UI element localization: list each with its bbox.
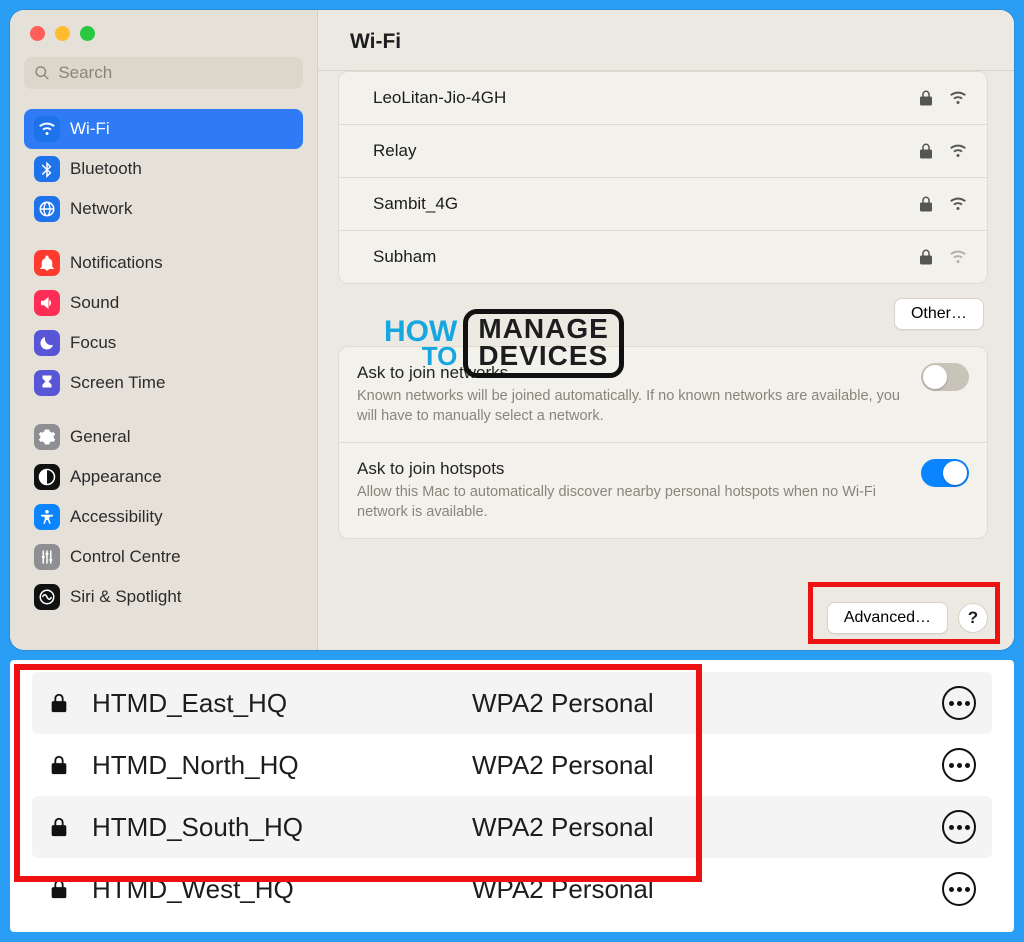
main-panel: Wi-Fi LeoLitan-Jio-4GH Relay Sambit_4G Subh…	[318, 10, 1014, 650]
sidebar-item-label: Notifications	[70, 253, 163, 273]
bell-icon	[34, 250, 60, 276]
known-network-security: WPA2 Personal	[472, 688, 942, 719]
wifi-icon	[34, 116, 60, 142]
ask-networks-toggle[interactable]	[921, 363, 969, 391]
network-name: Sambit_4G	[373, 194, 903, 214]
search-field[interactable]	[24, 57, 303, 89]
lock-icon	[917, 248, 935, 266]
lock-icon	[48, 692, 70, 714]
lock-icon	[48, 816, 70, 838]
lock-icon	[917, 142, 935, 160]
known-network-row[interactable]: HTMD_West_HQWPA2 Personal	[32, 858, 992, 920]
known-networks-panel: HTMD_East_HQWPA2 PersonalHTMD_North_HQWP…	[10, 660, 1014, 932]
wifi-signal-icon	[949, 248, 967, 266]
ask-hotspots-toggle[interactable]	[921, 459, 969, 487]
sidebar-item-bluetooth[interactable]: Bluetooth	[24, 149, 303, 189]
lock-icon	[917, 89, 935, 107]
moon-icon	[34, 330, 60, 356]
sidebar-item-wi-fi[interactable]: Wi-Fi	[24, 109, 303, 149]
bluetooth-icon	[34, 156, 60, 182]
more-options-button[interactable]	[942, 686, 976, 720]
help-button[interactable]: ?	[958, 603, 988, 633]
sidebar-item-notifications[interactable]: Notifications	[24, 243, 303, 283]
access-icon	[34, 504, 60, 530]
other-networks-list: LeoLitan-Jio-4GH Relay Sambit_4G Subham	[338, 71, 988, 284]
zoom-window-button[interactable]	[80, 26, 95, 41]
sidebar-item-siri-spotlight[interactable]: Siri & Spotlight	[24, 577, 303, 617]
network-row[interactable]: Relay	[339, 125, 987, 178]
wifi-signal-icon	[949, 142, 967, 160]
sidebar-item-label: Focus	[70, 333, 116, 353]
sidebar-item-label: Network	[70, 199, 132, 219]
sidebar-item-label: Bluetooth	[70, 159, 142, 179]
sidebar-item-label: Accessibility	[70, 507, 163, 527]
lock-icon	[917, 195, 935, 213]
sidebar-item-label: Wi-Fi	[70, 119, 110, 139]
advanced-button[interactable]: Advanced…	[827, 602, 948, 634]
sidebar: Wi-Fi Bluetooth Network Notifications Sound F…	[10, 10, 318, 650]
known-network-security: WPA2 Personal	[472, 750, 942, 781]
ask-networks-title: Ask to join networks	[357, 363, 903, 383]
sidebar-item-accessibility[interactable]: Accessibility	[24, 497, 303, 537]
lock-icon	[48, 754, 70, 776]
sidebar-item-label: Screen Time	[70, 373, 165, 393]
sidebar-item-focus[interactable]: Focus	[24, 323, 303, 363]
known-network-name: HTMD_North_HQ	[92, 750, 472, 781]
sidebar-item-network[interactable]: Network	[24, 189, 303, 229]
system-settings-window: Wi-Fi Bluetooth Network Notifications Sound F…	[10, 10, 1014, 650]
wifi-signal-icon	[949, 195, 967, 213]
minimize-window-button[interactable]	[55, 26, 70, 41]
known-network-row[interactable]: HTMD_South_HQWPA2 Personal	[32, 796, 992, 858]
ask-hotspots-desc: Allow this Mac to automatically discover…	[357, 483, 903, 522]
lock-icon	[48, 878, 70, 900]
sidebar-item-label: Appearance	[70, 467, 162, 487]
sidebar-item-sound[interactable]: Sound	[24, 283, 303, 323]
known-network-row[interactable]: HTMD_East_HQWPA2 Personal	[32, 672, 992, 734]
window-controls	[10, 10, 317, 49]
sidebar-item-screen-time[interactable]: Screen Time	[24, 363, 303, 403]
appear-icon	[34, 464, 60, 490]
ask-networks-desc: Known networks will be joined automatica…	[357, 387, 903, 426]
network-row[interactable]: Sambit_4G	[339, 178, 987, 231]
network-row[interactable]: Subham	[339, 231, 987, 283]
siri-icon	[34, 584, 60, 610]
known-network-name: HTMD_East_HQ	[92, 688, 472, 719]
known-network-security: WPA2 Personal	[472, 812, 942, 843]
network-name: Subham	[373, 247, 903, 267]
network-row[interactable]: LeoLitan-Jio-4GH	[339, 72, 987, 125]
sidebar-item-control-centre[interactable]: Control Centre	[24, 537, 303, 577]
more-options-button[interactable]	[942, 810, 976, 844]
ask-hotspots-title: Ask to join hotspots	[357, 459, 903, 479]
network-name: Relay	[373, 141, 903, 161]
control-icon	[34, 544, 60, 570]
hour-icon	[34, 370, 60, 396]
ask-to-join-networks-row: Ask to join networks Known networks will…	[339, 347, 987, 443]
known-network-row[interactable]: HTMD_North_HQWPA2 Personal	[32, 734, 992, 796]
gear-icon	[34, 424, 60, 450]
more-options-button[interactable]	[942, 872, 976, 906]
close-window-button[interactable]	[30, 26, 45, 41]
sidebar-item-label: General	[70, 427, 130, 447]
more-options-button[interactable]	[942, 748, 976, 782]
ask-to-join-hotspots-row: Ask to join hotspots Allow this Mac to a…	[339, 443, 987, 538]
other-network-button[interactable]: Other…	[894, 298, 984, 330]
page-title: Wi-Fi	[318, 10, 1014, 71]
wifi-options: Ask to join networks Known networks will…	[338, 346, 988, 539]
search-input[interactable]	[58, 63, 293, 83]
sidebar-item-label: Sound	[70, 293, 119, 313]
network-name: LeoLitan-Jio-4GH	[373, 88, 903, 108]
wifi-signal-icon	[949, 89, 967, 107]
sidebar-item-appearance[interactable]: Appearance	[24, 457, 303, 497]
sidebar-item-label: Control Centre	[70, 547, 181, 567]
search-icon	[34, 64, 50, 82]
sound-icon	[34, 290, 60, 316]
sidebar-item-label: Siri & Spotlight	[70, 587, 182, 607]
known-network-name: HTMD_South_HQ	[92, 812, 472, 843]
sidebar-item-general[interactable]: General	[24, 417, 303, 457]
globe-icon	[34, 196, 60, 222]
